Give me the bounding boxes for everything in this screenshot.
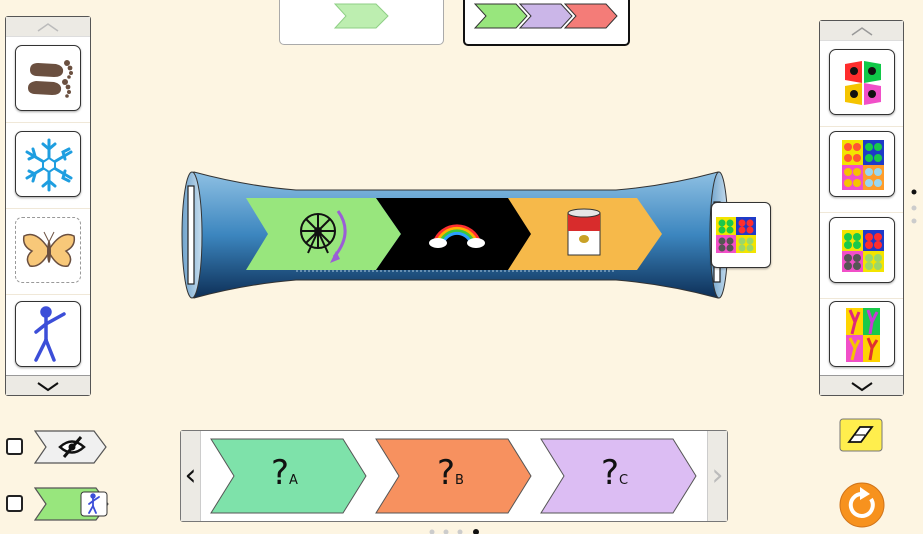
slot-subscript: C [619,473,629,488]
figure-arrow-button[interactable] [34,486,110,522]
snowflake-icon [25,138,73,192]
pattern-icon-3 [842,230,884,272]
source-box-left[interactable] [279,0,444,45]
source-box-right[interactable] [463,0,630,46]
hide-checkbox[interactable] [6,438,23,455]
right-slot-2 [820,127,903,213]
slot-subscript: A [289,473,298,488]
question-mark: ? [271,453,290,493]
right-slot-3 [820,213,903,299]
pattern-card-2[interactable] [829,131,895,197]
answer-bar: ‹ › ?A ?B ?C [180,430,728,522]
chevron-down-icon [37,381,59,391]
answer-slot-c-label: ?C [601,453,628,493]
pattern-icon-2 [842,140,884,190]
question-mark: ? [601,453,620,493]
hide-arrow-button[interactable] [34,428,108,466]
right-slot-4 [820,299,903,385]
palette-page-dots[interactable] [910,188,918,228]
figure-checkbox[interactable] [6,495,23,512]
right-slot-1 [820,41,903,127]
pattern-card-4[interactable] [829,301,895,367]
tube-sequence [246,198,662,270]
stick-figure-icon [34,306,66,362]
butterfly-icon [22,231,76,267]
pattern-icon-1 [844,60,882,106]
left-palette [5,16,91,396]
pattern-icon-output [716,217,756,253]
pattern-icon-4 [846,308,880,362]
left-slot-2 [6,123,90,209]
soup-can-icon [567,208,601,256]
footprints-icon [28,60,73,98]
answer-bar-scroll-right[interactable]: › [707,431,727,521]
answer-bar-scroll-left[interactable]: ‹ [181,431,201,521]
butterfly-card[interactable] [15,217,81,283]
left-slot-3 [6,209,90,295]
answer-slot-a-label: ?A [271,453,298,493]
answer-page-dots[interactable] [426,526,486,534]
palette-scroll-down[interactable] [6,375,90,395]
left-slot-4 [6,295,90,381]
palette-scroll-up[interactable] [6,17,90,37]
stick-figure-card[interactable] [15,301,81,367]
chevron-up-icon [37,22,59,32]
source-arrow-sequence [473,3,618,29]
palette-scroll-down[interactable] [820,375,903,395]
eraser-button[interactable] [838,417,884,453]
right-palette [819,20,904,396]
footprints-card[interactable] [15,45,81,111]
palette-scroll-up[interactable] [820,21,903,41]
chevron-down-icon [850,381,873,391]
reset-button[interactable] [838,481,886,529]
chevron-left-icon: ‹ [184,458,197,493]
snowflake-card[interactable] [15,131,81,197]
answer-slot-b-label: ?B [437,453,464,493]
slot-subscript: B [455,473,464,488]
chevron-right-icon: › [711,458,724,493]
pattern-card-3[interactable] [829,217,895,283]
source-arrow-light-green [333,3,389,29]
chevron-up-icon [851,26,872,36]
segment-ferris-wheel[interactable] [246,198,401,270]
pattern-card-1[interactable] [829,49,895,115]
tube-output-card[interactable] [711,202,771,268]
left-slot-1 [6,37,90,123]
question-mark: ? [437,453,456,493]
